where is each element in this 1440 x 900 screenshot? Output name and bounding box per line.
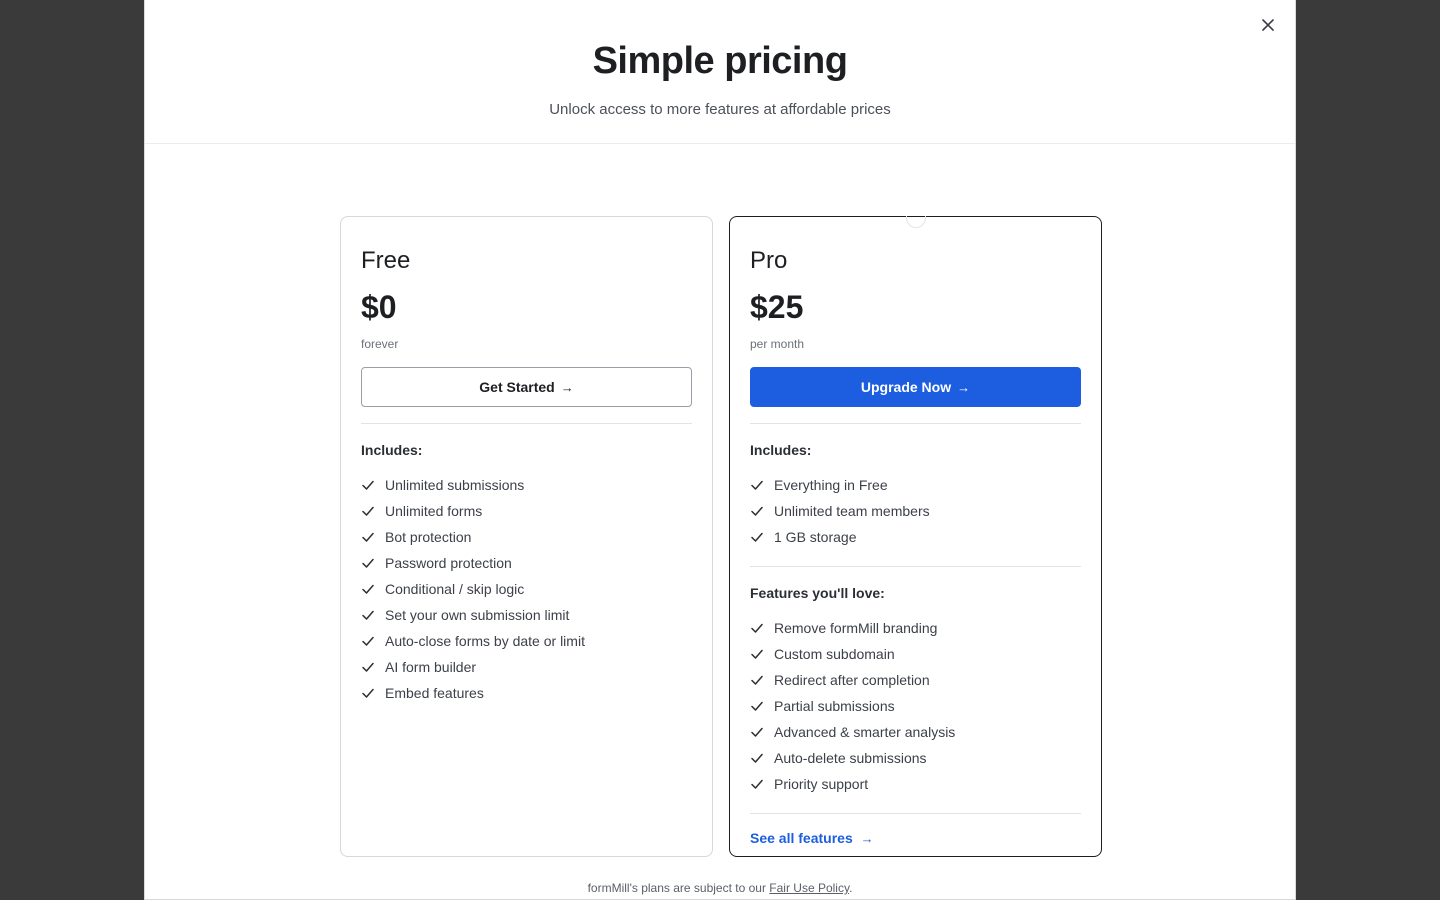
feature-item: Everything in Free [750,472,1081,498]
feature-label: Conditional / skip logic [385,581,525,597]
feature-item: Auto-delete submissions [750,745,1081,771]
plan-name: Free [361,247,411,274]
arrow-right-icon: → [860,831,874,846]
check-icon [362,662,374,672]
feature-label: Set your own submission limit [385,607,570,623]
feature-label: Remove formMill branding [774,620,938,636]
feature-label: Partial submissions [774,698,895,714]
feature-item: AI form builder [361,654,692,680]
feature-item: Set your own submission limit [361,602,692,628]
divider [750,813,1081,814]
check-icon [362,558,374,568]
page-title: Simple pricing [592,40,848,82]
footer-prefix: formMill's plans are subject to our [587,881,770,895]
check-icon [362,506,374,516]
card-notch [906,216,926,228]
check-icon [751,623,763,633]
feature-label: Embed features [385,685,484,701]
check-icon [751,727,763,737]
feature-label: Auto-delete submissions [774,750,927,766]
check-icon [362,480,374,490]
feature-item: Auto-close forms by date or limit [361,628,692,654]
feature-label: Auto-close forms by date or limit [385,633,585,649]
feature-item: Partial submissions [750,693,1081,719]
footer-suffix: . [849,881,853,895]
check-icon [751,753,763,763]
check-icon [751,701,763,711]
check-icon [362,532,374,542]
link-label: See all features [750,830,853,846]
feature-label: AI form builder [385,659,477,675]
plan-period: forever [361,337,399,351]
check-icon [362,688,374,698]
button-label: Get Started [479,379,555,395]
modal-header: Simple pricing Unlock access to more fea… [145,0,1295,144]
feature-label: Unlimited team members [774,503,930,519]
includes-title: Includes: [361,442,423,458]
feature-item: Custom subdomain [750,641,1081,667]
feature-label: Unlimited submissions [385,477,525,493]
plan-cards: Free $0 forever Get Started → Includes: … [340,216,1102,857]
plan-card-free: Free $0 forever Get Started → Includes: … [340,216,713,857]
plan-name: Pro [750,247,788,274]
divider [361,423,692,424]
feature-item: Embed features [361,680,692,706]
divider [750,566,1081,567]
feature-label: Redirect after completion [774,672,930,688]
includes-title: Includes: [750,442,812,458]
check-icon [751,675,763,685]
feature-list: Unlimited submissions Unlimited forms Bot … [361,472,692,706]
fair-use-policy-link[interactable]: Fair Use Policy [769,881,849,895]
close-button[interactable] [1257,14,1279,36]
feature-label: Password protection [385,555,512,571]
upgrade-now-button[interactable]: Upgrade Now → [750,367,1081,407]
close-icon [1262,19,1274,31]
divider [750,423,1081,424]
feature-label: Advanced & smarter analysis [774,724,956,740]
check-icon [751,532,763,542]
feature-item: Unlimited submissions [361,472,692,498]
features-love-title: Features you'll love: [750,585,885,601]
check-icon [751,506,763,516]
feature-label: Priority support [774,776,869,792]
feature-list: Everything in Free Unlimited team members… [750,472,1081,550]
button-label: Upgrade Now [860,379,952,395]
check-icon [362,636,374,646]
get-started-button[interactable]: Get Started → [361,367,692,407]
check-icon [751,779,763,789]
feature-item: Bot protection [361,524,692,550]
feature-item: Unlimited team members [750,498,1081,524]
feature-item: Unlimited forms [361,498,692,524]
plan-period: per month [750,337,805,351]
plan-card-pro: Pro $25 per month Upgrade Now → Includes… [729,216,1102,857]
feature-label: Custom subdomain [774,646,895,662]
check-icon [751,480,763,490]
feature-list: Remove formMill branding Custom subdomain… [750,615,1081,797]
footer-note: formMill's plans are subject to our Fair… [145,881,1295,895]
check-icon [751,649,763,659]
feature-label: 1 GB storage [774,529,857,545]
feature-item: Remove formMill branding [750,615,1081,641]
plan-price: $25 [750,289,804,325]
feature-item: Advanced & smarter analysis [750,719,1081,745]
see-all-features-link[interactable]: See all features → [750,830,874,846]
check-icon [362,584,374,594]
feature-label: Everything in Free [774,477,888,493]
check-icon [362,610,374,620]
arrow-right-icon: → [957,379,971,395]
arrow-right-icon: → [560,379,574,395]
feature-label: Bot protection [385,529,472,545]
plan-price: $0 [361,289,397,325]
feature-item: Conditional / skip logic [361,576,692,602]
page-subtitle: Unlock access to more features at afford… [549,101,891,118]
feature-label: Unlimited forms [385,503,483,519]
feature-item: 1 GB storage [750,524,1081,550]
pricing-modal: Simple pricing Unlock access to more fea… [144,0,1296,900]
feature-item: Password protection [361,550,692,576]
feature-item: Redirect after completion [750,667,1081,693]
feature-item: Priority support [750,771,1081,797]
